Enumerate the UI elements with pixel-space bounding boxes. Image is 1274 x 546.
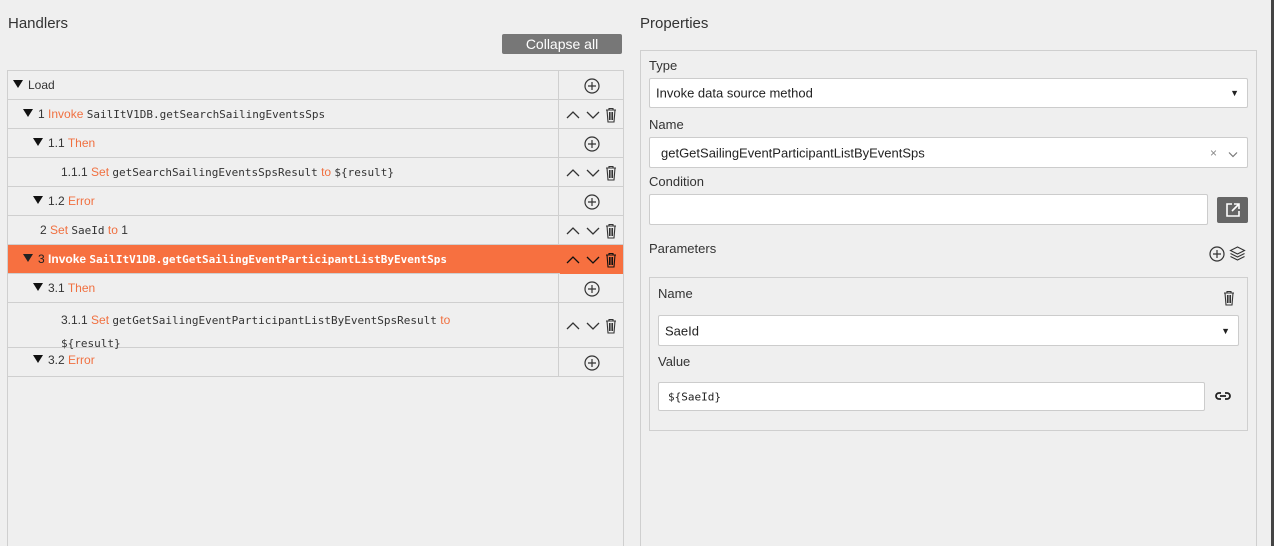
move-up-icon[interactable] <box>566 255 580 265</box>
row-number: 3.1.1 <box>61 313 88 327</box>
row-text: SailItV1DB.getGetSailingEventParticipant… <box>89 253 448 266</box>
row-text: getGetSailingEventParticipantListByEvent… <box>112 314 437 327</box>
delete-icon[interactable] <box>605 165 617 181</box>
row-number: 1 <box>38 107 45 121</box>
row-keyword: Set <box>91 313 110 327</box>
expand-triangle-icon[interactable] <box>23 254 33 262</box>
row-keyword: Error <box>68 353 95 367</box>
expand-triangle-icon[interactable] <box>33 196 43 204</box>
move-down-icon[interactable] <box>586 321 600 331</box>
row-to: to <box>321 165 332 179</box>
move-up-icon[interactable] <box>566 226 580 236</box>
add-icon[interactable] <box>583 280 600 297</box>
tree-row-1-1[interactable]: 1.1 Then <box>8 129 623 158</box>
param-name-label: Name <box>658 286 693 301</box>
row-number: 3.1 <box>48 281 65 295</box>
type-select-value: Invoke data source method <box>656 85 813 101</box>
delete-icon[interactable] <box>605 223 617 239</box>
row-number: 3.2 <box>48 353 65 367</box>
tree-row-3-1-1[interactable]: 3.1.1 Set getGetSailingEventParticipantL… <box>8 303 623 350</box>
tree-row-3-1[interactable]: 3.1 Then <box>8 274 623 303</box>
properties-title: Properties <box>640 15 709 32</box>
handlers-tree: Load 1 Invoke SailItV1DB.getSearchSailin… <box>7 70 624 546</box>
add-icon[interactable] <box>583 354 600 371</box>
expand-triangle-icon[interactable] <box>33 138 43 146</box>
param-value-input[interactable]: ${SaeId} <box>658 382 1205 411</box>
move-up-icon[interactable] <box>566 168 580 178</box>
tree-row-3-2[interactable]: 3.2 Error <box>8 348 623 377</box>
tree-row-1-1-1[interactable]: 1.1.1 Set getSearchSailingEventsSpsResul… <box>8 158 623 187</box>
row-number: 1.1.1 <box>61 165 88 179</box>
delete-icon[interactable] <box>605 107 617 123</box>
collapse-all-button[interactable]: Collapse all <box>502 34 622 54</box>
condition-input[interactable] <box>649 194 1208 225</box>
move-up-icon[interactable] <box>566 321 580 331</box>
move-down-icon[interactable] <box>586 110 600 120</box>
expand-triangle-icon[interactable] <box>13 80 23 88</box>
row-keyword: Invoke <box>48 252 87 266</box>
clear-icon[interactable]: × <box>1210 146 1217 160</box>
row-number: 1.1 <box>48 136 65 150</box>
move-down-icon[interactable] <box>586 168 600 178</box>
row-keyword: Then <box>67 136 96 150</box>
type-label: Type <box>649 58 678 73</box>
tree-row-1-2[interactable]: 1.2 Error <box>8 187 623 216</box>
row-number: 1.2 <box>48 194 65 208</box>
handlers-title: Handlers <box>8 15 69 32</box>
handlers-panel: Handlers Collapse all Load 1 Invoke Sail… <box>0 0 630 546</box>
add-icon[interactable] <box>583 193 600 210</box>
tree-row-2[interactable]: 2 Set SaeId to 1 <box>8 216 623 245</box>
row-value: ${result} <box>334 166 395 179</box>
add-icon[interactable] <box>583 77 600 94</box>
caret-down-icon: ▼ <box>1230 88 1239 98</box>
row-keyword: Error <box>68 194 95 208</box>
move-up-icon[interactable] <box>566 110 580 120</box>
add-icon[interactable] <box>583 135 600 152</box>
tree-row-3-selected[interactable]: 3 Invoke SailItV1DB.getGetSailingEventPa… <box>8 245 623 274</box>
tree-row-load[interactable]: Load <box>8 71 623 100</box>
row-text: SailItV1DB.getSearchSailingEventsSps <box>86 108 326 121</box>
delete-icon[interactable] <box>605 252 617 268</box>
row-value: 1 <box>121 223 128 237</box>
open-external-icon[interactable] <box>1217 197 1248 223</box>
param-name-select-value: SaeId <box>665 323 699 338</box>
row-number: 3 <box>38 252 45 266</box>
row-keyword: Set <box>91 165 110 179</box>
param-value-label: Value <box>658 354 691 369</box>
row-keyword: Set <box>50 223 69 237</box>
param-value-input-value: ${SaeId} <box>668 390 721 403</box>
type-select[interactable]: Invoke data source method ▼ <box>649 78 1248 108</box>
name-label: Name <box>649 117 684 132</box>
condition-label: Condition <box>649 174 704 189</box>
row-number: 2 <box>40 223 47 237</box>
row-text: getSearchSailingEventsSpsResult <box>112 166 318 179</box>
row-keyword: Then <box>67 281 96 295</box>
expand-triangle-icon[interactable] <box>33 355 43 363</box>
link-icon[interactable] <box>1214 389 1232 406</box>
delete-parameter-icon[interactable] <box>1223 290 1235 309</box>
row-keyword: Invoke <box>48 107 84 121</box>
chevron-down-icon[interactable] <box>1228 145 1238 160</box>
name-combobox[interactable]: getGetSailingEventParticipantListByEvent… <box>649 137 1248 168</box>
move-down-icon[interactable] <box>586 226 600 236</box>
expand-triangle-icon[interactable] <box>23 109 33 117</box>
expand-triangle-icon[interactable] <box>33 283 43 291</box>
row-text: SaeId <box>71 224 105 237</box>
parameters-label: Parameters <box>649 241 717 256</box>
move-down-icon[interactable] <box>586 255 600 265</box>
param-name-select[interactable]: SaeId ▼ <box>658 315 1239 346</box>
layers-icon[interactable] <box>1229 245 1246 265</box>
delete-icon[interactable] <box>605 318 617 334</box>
caret-down-icon: ▼ <box>1221 325 1230 336</box>
add-parameter-icon[interactable] <box>1209 246 1225 265</box>
tree-row-1[interactable]: 1 Invoke SailItV1DB.getSearchSailingEven… <box>8 100 623 129</box>
row-keyword: Load <box>28 78 55 92</box>
row-to: to <box>107 223 118 237</box>
name-combobox-value: getGetSailingEventParticipantListByEvent… <box>661 145 925 160</box>
row-to: to <box>440 313 451 327</box>
